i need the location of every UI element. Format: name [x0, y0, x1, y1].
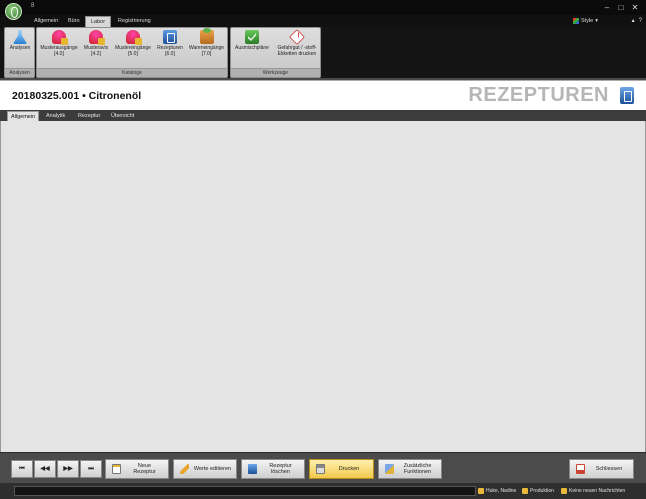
ribbon-help-icons: ▴ ? [632, 16, 642, 26]
previous-record-button[interactable]: ◀◀ [34, 460, 56, 478]
mustereingaenge-button[interactable]: Mustereingänge [5.0] [112, 30, 154, 57]
tools-icon [385, 464, 394, 474]
new-recipe-button[interactable]: Neue Rezeptur [105, 459, 169, 479]
status-bar-progress [14, 486, 476, 496]
help-icon[interactable]: ? [639, 16, 642, 26]
record-title: 20180325.001 • Citronenöl [12, 90, 142, 102]
analysen-label: Analysen [9, 45, 31, 51]
title-bar: 8 – □ ✕ [0, 0, 646, 20]
tab-rezeptur[interactable]: Rezeptur [75, 111, 103, 121]
maximize-button[interactable]: □ [614, 0, 628, 15]
ausmischplaene-button[interactable]: Ausmischpläne [232, 30, 272, 51]
edit-values-label: Werte editieren [193, 466, 232, 472]
recipe-book-icon [620, 87, 634, 104]
palette-icon [573, 18, 579, 24]
button-shortcut: [7.0] [201, 51, 212, 57]
musteravis-button[interactable]: Musteravis [4.2] [81, 30, 111, 57]
sample-in-icon [126, 30, 142, 45]
user-icon [478, 488, 484, 494]
ribbon-tab-allgemein[interactable]: Allgemein [29, 16, 63, 27]
ribbon-group-caption: Kataloge [37, 68, 227, 77]
button-label-line2: Etiketten drucken [277, 51, 317, 57]
section-title: REZEPTUREN [468, 84, 609, 106]
status-user-label: Huke, Nadine [486, 488, 517, 494]
button-label: Ausmischpläne [235, 45, 269, 51]
ribbon-group-caption: Werkzeuge [231, 68, 320, 77]
mixing-plan-icon [245, 30, 259, 44]
delete-recipe-button[interactable]: Rezeptur löschen [241, 459, 305, 479]
print-label: Drucken [338, 466, 360, 472]
ribbon-tab-labor[interactable]: Labor [85, 16, 112, 27]
gefahrgut-etiketten-button[interactable]: Gefahrgut / -stoff- Etiketten drucken [274, 29, 320, 57]
ribbon-group-analysen: Analysen Analysen [4, 27, 35, 78]
musterausgaenge-button[interactable]: Musterausgänge [4.0] [38, 30, 80, 57]
tab-analytik[interactable]: Analytik [43, 111, 68, 121]
bottom-toolbar: ⏮ ◀◀ ▶▶ ⏭ Neue Rezeptur Werte editieren … [0, 452, 646, 483]
close-button[interactable]: ✕ [628, 0, 642, 15]
status-bar: Huke, Nadine Produktion Keine neuen Nach… [0, 483, 646, 499]
new-recipe-label: Neue Rezeptur [133, 463, 156, 475]
print-button[interactable]: Drucken [309, 459, 374, 479]
status-messages[interactable]: Keine neuen Nachrichten [561, 486, 644, 496]
content-tabs: Allgemein Analytik Rezeptur Übersicht [0, 110, 646, 121]
close-form-button[interactable]: Schliessen [569, 459, 634, 479]
record-navigation: ⏮ ◀◀ ▶▶ ⏭ [11, 460, 102, 478]
ribbon-tab-buero[interactable]: Büro [63, 16, 85, 27]
style-menu[interactable]: Style ▾ [573, 16, 598, 26]
button-shortcut: [6.0] [165, 51, 175, 57]
record-header: 20180325.001 • Citronenöl REZEPTUREN [0, 80, 646, 110]
recipe-delete-icon [248, 464, 257, 474]
printer-icon [316, 464, 325, 474]
rezepturen-button[interactable]: Rezepturen [6.0] [155, 30, 185, 57]
chevron-down-icon: ▾ [595, 18, 598, 24]
sample-notice-icon [89, 30, 105, 45]
analysen-button[interactable]: Analysen [6, 30, 34, 51]
pencil-icon [180, 464, 189, 474]
ribbon: Analysen Analysen Musterausgänge [4.0] M… [0, 27, 646, 78]
edit-values-button[interactable]: Werte editieren [173, 459, 237, 479]
ribbon-group-caption: Analysen [5, 68, 34, 77]
minimize-ribbon-icon[interactable]: ▴ [632, 16, 635, 26]
flask-icon [13, 30, 27, 44]
more-functions-button[interactable]: Zusätzliche Funktionen [378, 459, 442, 479]
exit-icon [576, 464, 585, 474]
envelope-icon [561, 488, 567, 494]
button-shortcut: [4.0] [54, 51, 64, 57]
button-shortcut: [4.2] [91, 51, 101, 57]
status-messages-label: Keine neuen Nachrichten [569, 488, 626, 494]
button-shortcut: [5.0] [128, 51, 138, 57]
ribbon-tab-registrierung[interactable]: Registrierung [113, 16, 156, 27]
module-icon [522, 488, 528, 494]
wareneingaenge-button[interactable]: Wareneingänge [7.0] [186, 28, 227, 57]
tab-allgemein[interactable]: Allgemein [7, 111, 40, 121]
style-menu-label: Style [581, 18, 594, 24]
hazard-label-icon [289, 29, 305, 45]
recipe-book-icon [163, 30, 177, 44]
app-logo-icon[interactable] [5, 3, 22, 20]
next-record-button[interactable]: ▶▶ [57, 460, 79, 478]
status-module-label: Produktion [530, 488, 554, 494]
sample-out-icon [52, 30, 68, 45]
ribbon-tab-row: Allgemein Büro Labor Registrierung Style… [0, 15, 646, 27]
ribbon-group-kataloge: Musterausgänge [4.0] Musteravis [4.2] Mu… [36, 27, 228, 78]
last-record-button[interactable]: ⏭ [80, 460, 102, 478]
minimize-button[interactable]: – [600, 0, 614, 15]
ribbon-group-werkzeuge: Ausmischpläne Gefahrgut / -stoff- Etiket… [230, 27, 321, 78]
more-functions-label: Zusätzliche Funktionen [403, 463, 432, 475]
close-form-label: Schliessen [595, 466, 623, 472]
tab-uebersicht[interactable]: Übersicht [108, 111, 137, 121]
window-title: 8 [31, 3, 35, 9]
goods-receipt-icon [199, 28, 214, 44]
tab-content-area [0, 121, 646, 452]
status-user: Huke, Nadine [478, 486, 520, 496]
first-record-button[interactable]: ⏮ [11, 460, 33, 478]
status-module: Produktion [522, 486, 560, 496]
new-document-icon [112, 464, 121, 474]
window-controls: – □ ✕ [600, 0, 642, 15]
delete-recipe-label: Rezeptur löschen [269, 463, 292, 475]
